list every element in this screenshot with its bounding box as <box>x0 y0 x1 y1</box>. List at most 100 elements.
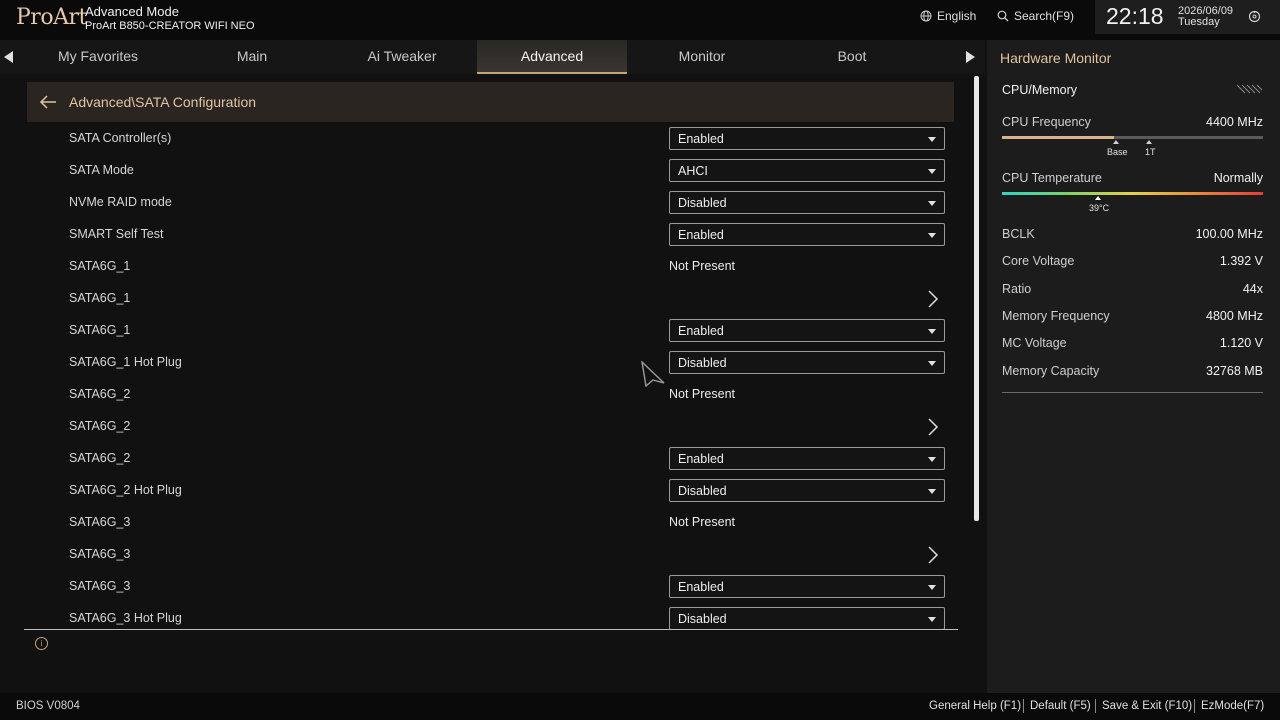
chevron-right-icon[interactable] <box>927 417 939 437</box>
setting-label: SATA6G_2 <box>69 419 131 433</box>
hw-item-value: 100.00 MHz <box>1195 227 1263 241</box>
clock-settings-icon[interactable] <box>1248 10 1261 23</box>
general-help-button[interactable]: General Help (F1) <box>929 700 1021 712</box>
hw-item-value: 44x <box>1242 282 1263 296</box>
dropdown-value: Enabled <box>678 324 724 338</box>
turbo-marker-label: 1T <box>1145 147 1156 157</box>
setting-dropdown[interactable]: Enabled <box>669 447 945 470</box>
setting-row: SATA6G_3 Hot Plug Disabled <box>69 607 949 631</box>
setting-row-submenu[interactable]: SATA6G_3 <box>69 543 949 567</box>
setting-dropdown[interactable]: Disabled <box>669 191 945 214</box>
dropdown-value: Disabled <box>678 484 727 498</box>
proart-logo: ProArt <box>16 5 87 30</box>
hw-item-label: Memory Capacity <box>1002 364 1100 378</box>
dropdown-value: Enabled <box>678 580 724 594</box>
search-label: Search(F9) <box>1014 9 1075 23</box>
setting-dropdown[interactable]: Disabled <box>669 351 945 374</box>
setting-label: SATA6G_2 <box>69 451 131 465</box>
setting-label: SATA6G_3 Hot Plug <box>69 611 182 625</box>
footer-separator <box>1095 699 1096 713</box>
setting-row: SATA6G_1 Enabled <box>69 319 949 343</box>
setting-label: NVMe RAID mode <box>69 195 172 209</box>
breadcrumb-path: Advanced\SATA Configuration <box>69 94 257 110</box>
hw-item-label: Ratio <box>1002 282 1032 296</box>
caret-down-icon <box>928 457 936 462</box>
settings-scrollbar[interactable] <box>974 76 979 521</box>
ezmode-button[interactable]: EzMode(F7) <box>1201 700 1264 712</box>
default-button[interactable]: Default (F5) <box>1030 700 1091 712</box>
cpu-temperature-value: 39°C <box>1089 203 1110 213</box>
caret-down-icon <box>928 617 936 622</box>
chevron-right-icon[interactable] <box>927 545 939 565</box>
setting-dropdown[interactable]: Disabled <box>669 479 945 502</box>
caret-down-icon <box>928 233 936 238</box>
cpu-frequency-bar <box>1002 136 1263 139</box>
setting-label: SATA6G_2 Hot Plug <box>69 483 182 497</box>
setting-row: SMART Self Test Enabled <box>69 223 949 247</box>
hw-item-value: 1.120 V <box>1219 336 1263 350</box>
setting-row-submenu[interactable]: SATA6G_2 <box>69 415 949 439</box>
weekday-value: Tuesday <box>1178 16 1220 28</box>
tab-monitor[interactable]: Monitor <box>627 40 777 74</box>
caret-down-icon <box>928 361 936 366</box>
language-button[interactable]: English <box>920 9 976 23</box>
chevron-right-icon[interactable] <box>927 289 939 309</box>
cpu-temperature-bar <box>1002 192 1263 195</box>
dropdown-value: Enabled <box>678 452 724 466</box>
cpu-frequency-bar-fill <box>1002 136 1115 139</box>
setting-dropdown[interactable]: Enabled <box>669 223 945 246</box>
tabs-scroll-right-icon[interactable] <box>966 51 975 63</box>
setting-row: SATA Mode AHCI <box>69 159 949 183</box>
tab-my-favorites[interactable]: My Favorites <box>23 40 173 74</box>
tab-main[interactable]: Main <box>177 40 327 74</box>
hw-item-label: Core Voltage <box>1002 254 1075 268</box>
save-exit-button[interactable]: Save & Exit (F10) <box>1102 700 1192 712</box>
mode-label: Advanced Mode <box>85 4 179 19</box>
tab-ai-tweaker[interactable]: Ai Tweaker <box>327 40 477 74</box>
search-button[interactable]: Search(F9) <box>997 9 1074 23</box>
dropdown-value: Enabled <box>678 228 724 242</box>
dropdown-value: Disabled <box>678 196 727 210</box>
dropdown-value: AHCI <box>678 164 708 178</box>
caret-down-icon <box>928 329 936 334</box>
caret-down-icon <box>928 137 936 142</box>
setting-status: Not Present <box>669 259 736 273</box>
tab-boot[interactable]: Boot <box>777 40 927 74</box>
hw-item-label: BCLK <box>1002 227 1035 241</box>
footer-separator <box>1194 699 1195 713</box>
setting-status: Not Present <box>669 515 736 529</box>
setting-row: SATA6G_3 Not Present <box>69 511 949 535</box>
mouse-cursor-icon <box>641 361 665 387</box>
search-icon <box>997 10 1009 22</box>
language-label: English <box>937 9 977 23</box>
setting-label: SATA Mode <box>69 163 134 177</box>
setting-label: SATA Controller(s) <box>69 131 172 145</box>
setting-dropdown[interactable]: Enabled <box>669 575 945 598</box>
setting-row: NVMe RAID mode Disabled <box>69 191 949 215</box>
setting-row: SATA6G_1 Hot Plug Disabled <box>69 351 949 375</box>
cpu-temperature-label: CPU Temperature <box>1002 171 1102 185</box>
base-marker-icon <box>1113 140 1119 144</box>
setting-dropdown[interactable]: Enabled <box>669 127 945 150</box>
cpu-frequency-label: CPU Frequency <box>1002 115 1091 129</box>
setting-dropdown[interactable]: AHCI <box>669 159 945 182</box>
globe-icon <box>920 10 932 22</box>
setting-label: SATA6G_3 <box>69 515 131 529</box>
tab-advanced[interactable]: Advanced <box>477 40 627 74</box>
tabs-scroll-left-icon[interactable] <box>4 51 13 63</box>
turbo-marker-icon <box>1146 140 1152 144</box>
setting-dropdown[interactable]: Enabled <box>669 319 945 342</box>
stripes-icon <box>1236 84 1263 94</box>
setting-label: SATA6G_1 <box>69 259 131 273</box>
cpu-memory-section-title: CPU/Memory <box>1002 83 1078 97</box>
setting-row: SATA6G_2 Enabled <box>69 447 949 471</box>
clock-date: 2026/06/09 Tuesday <box>1178 6 1233 28</box>
dropdown-value: Disabled <box>678 356 727 370</box>
info-icon: i <box>35 637 48 650</box>
setting-row-submenu[interactable]: SATA6G_1 <box>69 287 949 311</box>
setting-label: SATA6G_1 <box>69 291 131 305</box>
cpu-frequency-value: 4400 MHz <box>1206 115 1263 129</box>
setting-dropdown[interactable]: Disabled <box>669 607 945 630</box>
back-arrow-icon[interactable] <box>39 94 57 110</box>
temperature-marker-icon <box>1095 196 1101 200</box>
